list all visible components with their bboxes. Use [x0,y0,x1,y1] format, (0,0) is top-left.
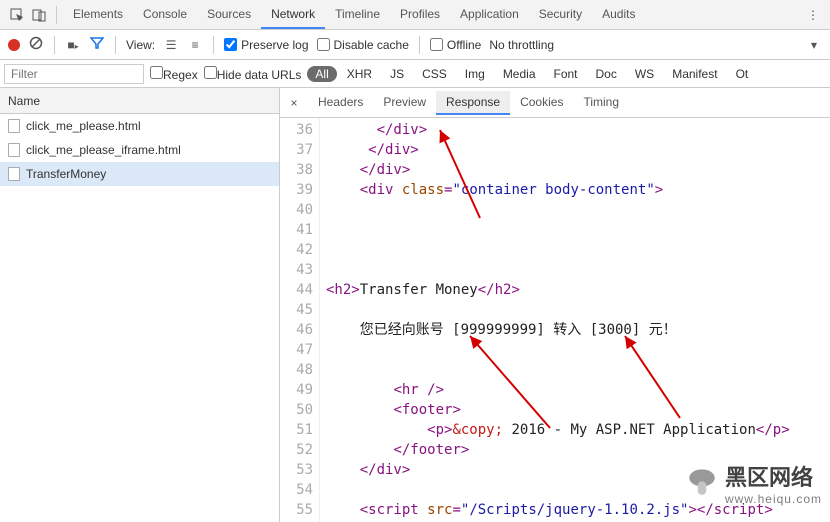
filter-all[interactable]: All [307,66,336,82]
mushroom-icon [685,466,719,500]
detail-tab-response[interactable]: Response [436,91,510,115]
chevron-down-icon[interactable]: ▾ [806,38,822,52]
request-row[interactable]: click_me_please_iframe.html [0,138,279,162]
name-column-header[interactable]: Name [0,88,279,114]
clear-icon[interactable] [28,36,44,53]
offline-checkbox[interactable]: Offline [430,38,481,52]
more-icon[interactable]: ⋮ [802,4,824,26]
filter-img[interactable]: Img [461,67,489,81]
watermark: 黑区网络 www.heiqu.com [685,460,822,506]
file-icon [8,119,20,133]
view-frame-icon[interactable]: ≡ [187,38,203,52]
tab-console[interactable]: Console [133,1,197,29]
inspect-icon[interactable] [6,4,28,26]
filter-input[interactable] [4,64,144,84]
tab-elements[interactable]: Elements [63,1,133,29]
device-icon[interactable] [28,4,50,26]
filter-css[interactable]: CSS [418,67,451,81]
detail-tab-preview[interactable]: Preview [373,91,436,115]
filter-font[interactable]: Font [550,67,582,81]
tab-sources[interactable]: Sources [197,1,261,29]
tab-application[interactable]: Application [450,1,529,29]
detail-tab-headers[interactable]: Headers [308,91,373,115]
detail-tab-timing[interactable]: Timing [573,91,629,115]
separator [56,6,57,24]
view-label: View: [126,38,155,52]
tab-audits[interactable]: Audits [592,1,645,29]
network-toolbar: ■▸ View: ☰ ≡ Preserve log Disable cache … [0,30,830,60]
filter-xhr[interactable]: XHR [343,67,376,81]
file-icon [8,143,20,157]
file-icon [8,167,20,181]
filter-bar: Regex Hide data URLs All XHR JS CSS Img Medi… [0,60,830,88]
filter-media[interactable]: Media [499,67,540,81]
devtools-tabs: ElementsConsoleSourcesNetworkTimelinePro… [0,0,830,30]
detail-tabs: × HeadersPreviewResponseCookiesTiming [280,88,830,118]
detail-tab-cookies[interactable]: Cookies [510,91,573,115]
throttle-select[interactable]: No throttling [489,38,554,52]
request-list: Name click_me_please.htmlclick_me_please… [0,88,280,522]
filter-ws[interactable]: WS [631,67,658,81]
camera-icon[interactable]: ■▸ [65,38,81,52]
hide-data-urls-checkbox[interactable]: Hide data URLs [204,66,302,82]
filter-manifest[interactable]: Manifest [668,67,721,81]
tab-timeline[interactable]: Timeline [325,1,390,29]
disable-cache-checkbox[interactable]: Disable cache [317,38,409,52]
filter-ot[interactable]: Ot [732,67,753,81]
request-row[interactable]: TransferMoney [0,162,279,186]
close-icon[interactable]: × [284,96,304,110]
filter-doc[interactable]: Doc [592,67,621,81]
tab-network[interactable]: Network [261,1,325,29]
regex-checkbox[interactable]: Regex [150,66,198,82]
tab-profiles[interactable]: Profiles [390,1,450,29]
filter-js[interactable]: JS [386,67,408,81]
request-row[interactable]: click_me_please.html [0,114,279,138]
preserve-log-checkbox[interactable]: Preserve log [224,38,308,52]
view-list-icon[interactable]: ☰ [163,38,179,52]
filter-icon[interactable] [89,36,105,53]
record-button[interactable] [8,39,20,51]
tab-security[interactable]: Security [529,1,592,29]
